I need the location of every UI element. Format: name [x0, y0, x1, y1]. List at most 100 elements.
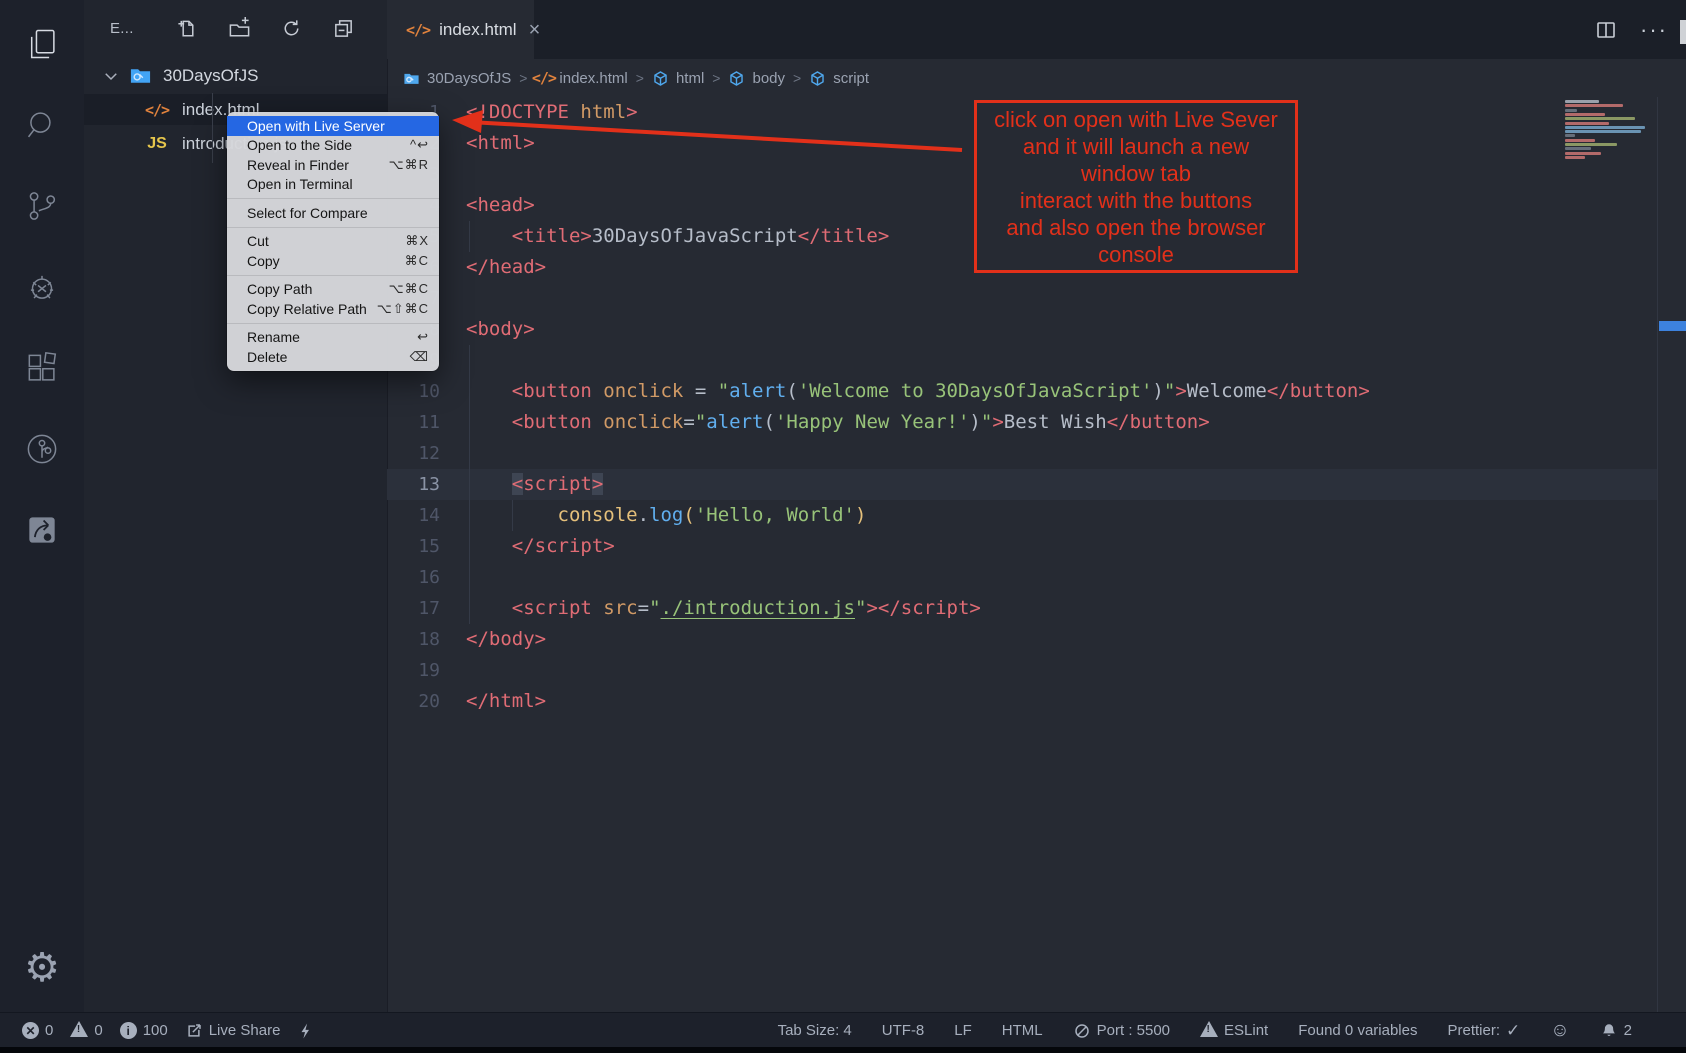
line-content: </body> [466, 624, 546, 655]
line-number: 19 [387, 655, 440, 686]
split-editor-icon[interactable] [1594, 18, 1618, 42]
html-file-icon: </> [535, 70, 552, 87]
code-line-16[interactable]: 16 [387, 562, 1657, 593]
menu-item-cut[interactable]: Cut ⌘X [227, 232, 439, 252]
breadcrumb-separator: > [519, 70, 527, 86]
menu-item-copy-path[interactable]: Copy Path⌥⌘C [227, 280, 439, 300]
smiley-icon: ☺ [1550, 1021, 1569, 1040]
more-actions-icon[interactable]: ··· [1640, 17, 1668, 43]
annotation-text: window tab [1081, 160, 1191, 187]
status-label: LF [954, 1022, 972, 1039]
status-feedback-smiley[interactable]: ☺ [1550, 1021, 1569, 1040]
search-icon [23, 106, 61, 144]
manage-button[interactable]: ⚙ [0, 938, 84, 998]
tab-index-html[interactable]: </> index.html × [387, 0, 534, 59]
menu-item-open-in-terminal[interactable]: Open in Terminal [227, 175, 439, 195]
minimap[interactable] [1565, 100, 1653, 160]
line-number: 14 [387, 500, 440, 531]
menu-item-copy-relative-path[interactable]: Copy Relative Path⌥⇧⌘C [227, 299, 439, 319]
activity-source-control[interactable] [0, 170, 84, 242]
status-errors[interactable]: ✕0 [22, 1022, 53, 1040]
breadcrumb-item-body[interactable]: body [728, 70, 785, 87]
status-label: Found 0 variables [1298, 1022, 1417, 1039]
code-line-10[interactable]: 10 <button onclick = "alert('Welcome to … [387, 376, 1657, 407]
status-variables[interactable]: Found 0 variables [1298, 1022, 1417, 1039]
menu-item-copy[interactable]: Copy⌘C [227, 251, 439, 271]
status-eol[interactable]: LF [954, 1022, 972, 1039]
menu-item-select-for-compare[interactable]: Select for Compare [227, 203, 439, 223]
status-label: Tab Size: 4 [778, 1022, 852, 1039]
activity-live-share[interactable] [0, 494, 84, 566]
menu-item-reveal-in-finder[interactable]: Reveal in Finder⌥⌘R [227, 155, 439, 175]
bell-icon [1600, 1022, 1618, 1040]
status-tab-size[interactable]: Tab Size: 4 [778, 1022, 852, 1039]
annotation-text: click on open with Live Sever [994, 106, 1278, 133]
activity-search[interactable] [0, 89, 84, 161]
breadcrumb-item-script[interactable]: script [809, 70, 869, 87]
code-line-15[interactable]: 15 </script> [387, 531, 1657, 562]
status-prettier[interactable]: Prettier:✓ [1447, 1022, 1520, 1040]
editor-tab-bar: </> index.html × ··· [387, 0, 1686, 59]
menu-item-open-to-the-side[interactable]: Open to the Side^↩ [227, 136, 439, 156]
error-circle-icon: ✕ [22, 1022, 39, 1040]
status-label: 2 [1624, 1022, 1632, 1039]
activity-explorer[interactable] [0, 8, 84, 80]
folder-icon [403, 70, 420, 87]
status-live-server-bolt[interactable] [297, 1022, 315, 1040]
status-language-mode[interactable]: HTML [1002, 1022, 1043, 1039]
menu-item-delete[interactable]: Delete⌫ [227, 347, 439, 367]
tree-item-root-folder[interactable]: 30DaysOfJS [84, 60, 387, 91]
code-line-14[interactable]: 14 console.log('Hello, World') [387, 500, 1657, 531]
code-line-19[interactable]: 19 [387, 655, 1657, 686]
menu-item-shortcut: ⌘X [405, 233, 429, 249]
overview-ruler-marker [1659, 321, 1686, 331]
code-line-20[interactable]: 20</html> [387, 686, 1657, 717]
cube-icon [809, 70, 826, 87]
status-label: Port : 5500 [1097, 1022, 1170, 1039]
code-line-7[interactable]: 7 [387, 283, 1657, 314]
collapse-icon[interactable] [332, 17, 355, 40]
status-eslint[interactable]: !ESLint [1200, 1021, 1268, 1041]
close-icon[interactable]: × [529, 20, 541, 40]
status-port[interactable]: Port : 5500 [1073, 1022, 1170, 1040]
breadcrumb-item-html[interactable]: html [652, 70, 704, 87]
activity-extensions[interactable] [0, 332, 84, 404]
menu-item-label: Cut [247, 233, 269, 249]
breadcrumb-separator: > [793, 70, 801, 86]
breadcrumb-label: html [676, 70, 704, 87]
breadcrumb-item-30DaysOfJS[interactable]: 30DaysOfJS [403, 70, 511, 87]
status-info[interactable]: i100 [120, 1022, 168, 1040]
code-line-12[interactable]: 12 [387, 438, 1657, 469]
code-line-17[interactable]: 17 <script src="./introduction.js"></scr… [387, 593, 1657, 624]
activity-gitlens[interactable] [0, 413, 84, 485]
menu-separator [227, 275, 439, 276]
status-live-share[interactable]: Live Share [185, 1022, 281, 1040]
status-label: Live Share [209, 1022, 281, 1039]
scrollbar-fragment[interactable] [1680, 20, 1686, 44]
line-content: console.log('Hello, World') [466, 500, 866, 531]
refresh-icon[interactable] [280, 17, 303, 40]
breadcrumb-separator: > [636, 70, 644, 86]
menu-item-open-with-live-server[interactable]: Open with Live Server [227, 116, 439, 136]
breadcrumb-item-index.html[interactable]: </>index.html [535, 70, 627, 87]
code-line-13[interactable]: 13 <script> [387, 469, 1657, 500]
code-line-9[interactable]: 9 [387, 345, 1657, 376]
code-line-11[interactable]: 11 <button onclick="alert('Happy New Yea… [387, 407, 1657, 438]
code-line-18[interactable]: 18</body> [387, 624, 1657, 655]
line-content: <body> [466, 314, 535, 345]
info-circle-icon: i [120, 1022, 137, 1040]
menu-item-label: Copy Relative Path [247, 301, 367, 317]
js-file-icon: JS [142, 135, 172, 153]
status-warnings[interactable]: !0 [70, 1021, 102, 1041]
activity-run-debug[interactable] [0, 251, 84, 323]
root-folder-label: 30DaysOfJS [163, 66, 258, 86]
new-folder-icon[interactable] [228, 17, 251, 40]
menu-item-rename[interactable]: Rename↩ [227, 328, 439, 348]
menu-separator [227, 227, 439, 228]
status-label: ESLint [1224, 1022, 1268, 1039]
code-line-8[interactable]: 8<body> [387, 314, 1657, 345]
status-notifications-bell[interactable]: 2 [1600, 1022, 1632, 1040]
new-file-icon[interactable] [176, 17, 199, 40]
breadcrumb-label: body [752, 70, 785, 87]
status-encoding[interactable]: UTF-8 [882, 1022, 925, 1039]
